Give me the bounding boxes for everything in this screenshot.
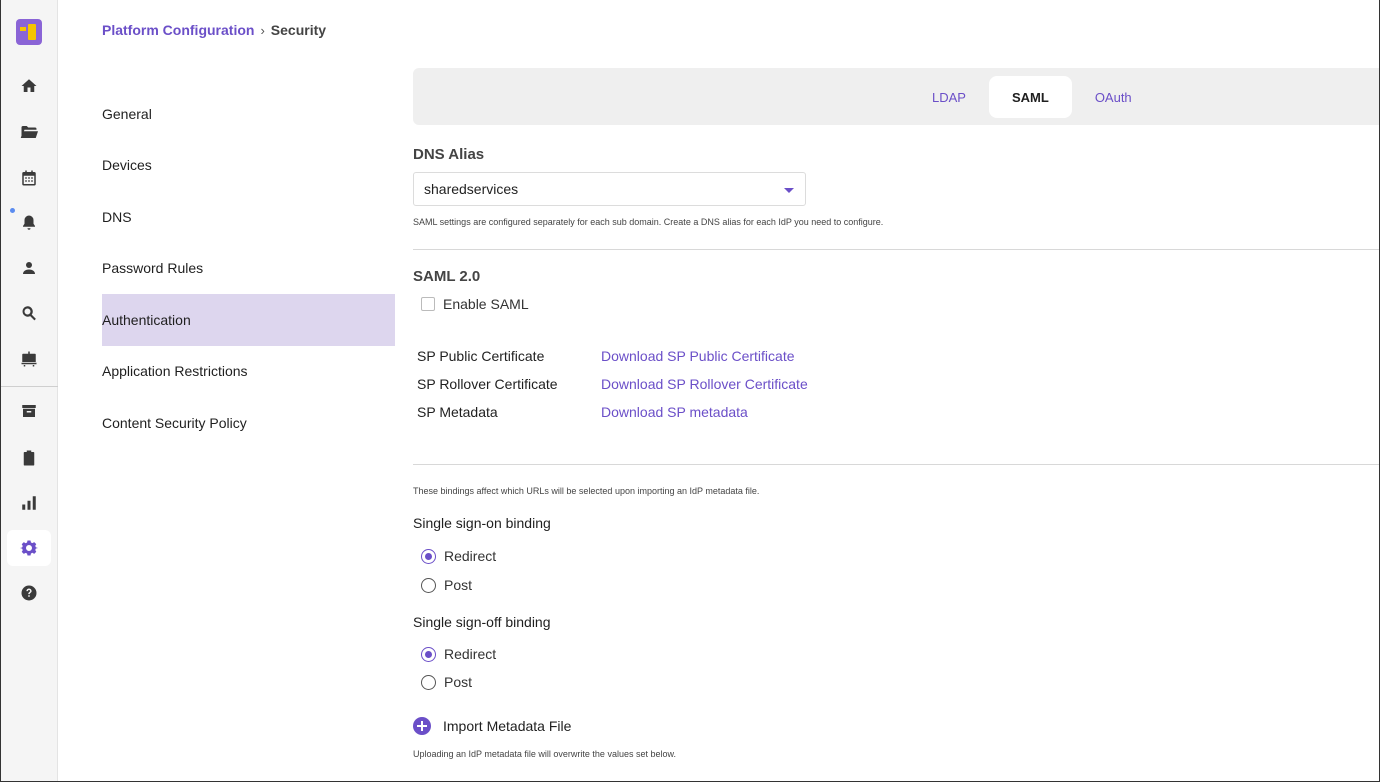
sign-on-post-radio[interactable] (421, 577, 436, 593)
radio-label: Post (444, 674, 473, 690)
subnav-item-dns[interactable]: DNS (102, 191, 395, 243)
sign-off-redirect-radio[interactable] (421, 646, 436, 662)
sign-off-redirect-option[interactable]: Redirect (421, 646, 496, 662)
sign-off-post-option[interactable]: Post (421, 674, 472, 690)
breadcrumb-platform-configuration[interactable]: Platform Configuration (102, 22, 254, 38)
tab-saml[interactable]: SAML (988, 76, 1072, 118)
breadcrumb-current: Security (270, 22, 327, 38)
subnav-item-authentication[interactable]: Authentication (102, 294, 395, 346)
sign-on-redirect-radio[interactable] (421, 548, 436, 564)
bar-chart-icon[interactable] (7, 485, 51, 521)
search-icon[interactable] (7, 295, 51, 331)
app-window: Platform Configuration › Security Genera… (0, 0, 1380, 782)
import-metadata-button[interactable]: Import Metadata File (413, 717, 571, 735)
bindings-hint: These bindings affect which URLs will be… (413, 486, 760, 496)
cert-row-rollover: SP Rollover Certificate Download SP Roll… (417, 376, 808, 392)
sign-on-post-option[interactable]: Post (421, 577, 472, 593)
subnav-item-application-restrictions[interactable]: Application Restrictions (102, 346, 395, 398)
chevron-down-icon (784, 188, 794, 193)
dns-alias-selected-value: sharedservices (424, 181, 519, 197)
archive-icon[interactable] (7, 393, 51, 429)
dns-alias-select[interactable]: sharedservices (413, 172, 806, 206)
home-icon[interactable] (7, 68, 51, 104)
download-sp-metadata-link[interactable]: Download SP metadata (601, 404, 748, 420)
help-icon[interactable] (7, 575, 51, 611)
subnav-item-content-security-policy[interactable]: Content Security Policy (102, 397, 395, 449)
gear-icon[interactable] (7, 530, 51, 566)
main-content: LDAP SAML OAuth DNS Alias sharedservices… (413, 68, 1379, 759)
cert-row-metadata: SP Metadata Download SP metadata (417, 404, 748, 420)
radio-label: Post (444, 577, 473, 593)
dns-alias-hint: SAML settings are configured separately … (413, 217, 884, 227)
app-logo[interactable] (16, 19, 42, 45)
cert-label: SP Metadata (417, 404, 498, 420)
user-icon[interactable] (7, 250, 51, 286)
subnav-item-devices[interactable]: Devices (102, 140, 395, 192)
calendar-icon[interactable] (7, 160, 51, 196)
icon-rail (1, 0, 58, 781)
settings-subnav: General Devices DNS Password Rules Authe… (102, 88, 395, 449)
import-hint: Uploading an IdP metadata file will over… (413, 749, 676, 759)
auth-tab-bar: LDAP SAML OAuth (413, 68, 1379, 125)
saml-title: SAML 2.0 (413, 268, 481, 285)
bell-icon[interactable] (7, 205, 51, 241)
divider (413, 464, 1379, 465)
briefcase-icon[interactable] (7, 341, 51, 377)
sign-on-binding-label: Single sign-on binding (413, 515, 551, 531)
folder-icon[interactable] (7, 114, 51, 150)
breadcrumb-separator: › (260, 22, 265, 38)
download-sp-public-certificate-link[interactable]: Download SP Public Certificate (601, 348, 795, 364)
radio-label: Redirect (444, 548, 497, 564)
divider (413, 249, 1379, 250)
sign-off-binding-label: Single sign-off binding (413, 614, 551, 630)
download-sp-rollover-certificate-link[interactable]: Download SP Rollover Certificate (601, 376, 808, 392)
sign-off-post-radio[interactable] (421, 674, 436, 690)
tab-ldap[interactable]: LDAP (909, 76, 989, 118)
cert-label: SP Rollover Certificate (417, 376, 558, 392)
dns-alias-title: DNS Alias (413, 146, 485, 163)
subnav-item-general[interactable]: General (102, 88, 395, 140)
rail-divider (1, 386, 58, 387)
sign-on-redirect-option[interactable]: Redirect (421, 548, 496, 564)
import-metadata-label: Import Metadata File (443, 718, 572, 734)
enable-saml-row[interactable]: Enable SAML (421, 296, 529, 312)
cert-label: SP Public Certificate (417, 348, 545, 364)
clipboard-icon[interactable] (7, 440, 51, 476)
tab-oauth[interactable]: OAuth (1072, 76, 1155, 118)
enable-saml-label: Enable SAML (443, 296, 529, 312)
enable-saml-checkbox[interactable] (421, 297, 435, 311)
radio-label: Redirect (444, 646, 497, 662)
plus-circle-icon (413, 717, 431, 735)
subnav-item-password-rules[interactable]: Password Rules (102, 243, 395, 295)
cert-row-public: SP Public Certificate Download SP Public… (417, 348, 795, 364)
breadcrumb: Platform Configuration › Security (102, 22, 326, 38)
